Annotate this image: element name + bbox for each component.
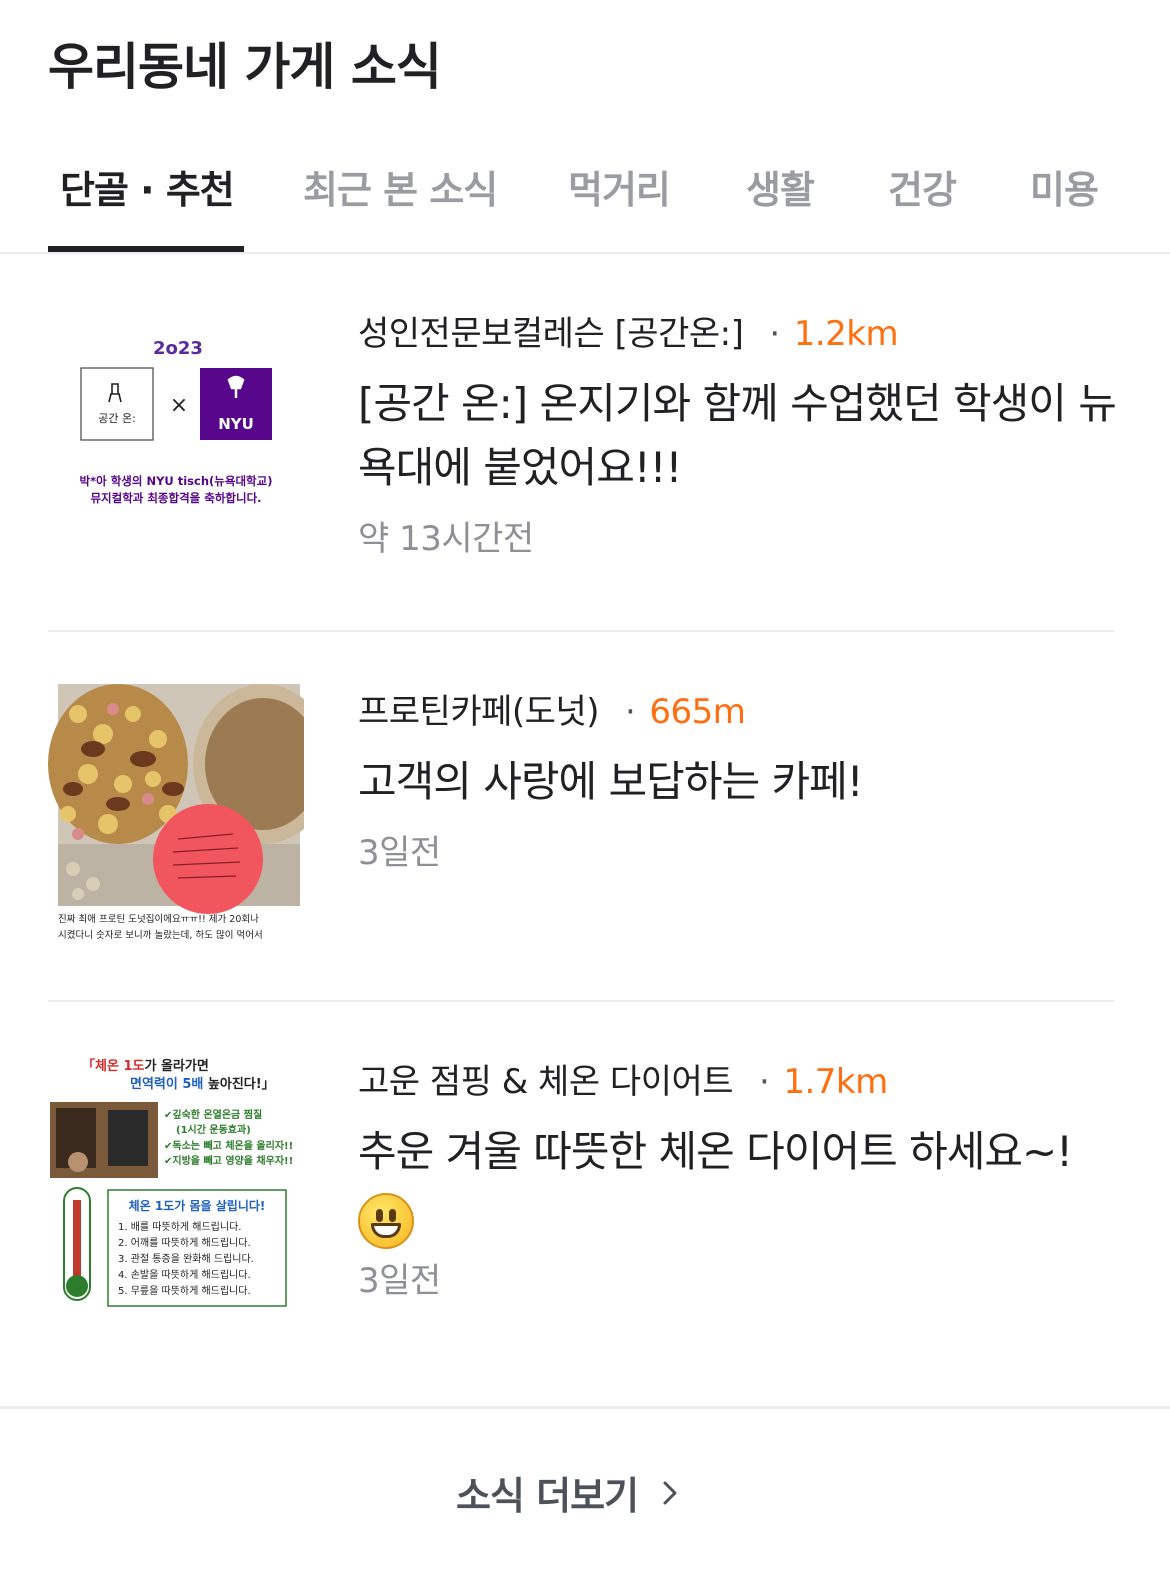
news-time: 약 13시간전	[358, 519, 534, 559]
svg-text:면역력이 5배 높아진다!」: 면역력이 5배 높아진다!」	[130, 1076, 275, 1092]
news-thumbnail[interactable]: 「체온 1도가 올라가면 면역력이 5배 높아진다!」 ✔깊숙한 온열온금 찜질…	[48, 1050, 308, 1310]
news-content[interactable]: 고운 점핑 & 체온 다이어트 · 1.7km 추운 겨울 따뜻한 체온 다이어트 …	[358, 1058, 1118, 1306]
news-time: 3일전	[358, 1261, 441, 1301]
news-thumbnail[interactable]: 진짜 최애 프로틴 도넛집이에요ㅠㅠ!! 제가 20회나 시켰다니 숫자로 보니…	[48, 684, 304, 946]
store-line: 고운 점핑 & 체온 다이어트 · 1.7km	[358, 1062, 888, 1102]
svg-text:✔지방을 빼고 영양을 채우자!!: ✔지방을 빼고 영양을 채우자!!	[164, 1154, 293, 1167]
tab-beauty[interactable]: 미용	[1030, 162, 1099, 218]
see-more-label: 소식 더보기	[456, 1474, 639, 1518]
svg-text:✔독소는 빼고 체온을 올리자!!: ✔독소는 빼고 체온을 올리자!!	[164, 1139, 293, 1152]
divider	[48, 630, 1114, 632]
page-title: 우리동네 가게 소식	[48, 38, 442, 96]
see-more-news-button[interactable]: 소식 더보기	[456, 1465, 680, 1520]
news-title[interactable]: [공간 온:] 온지기와 함께 수업했던 학생이 뉴욕대에 붙었어요!!!	[358, 372, 1118, 500]
svg-text:3. 관절 통증을 완화해 드립니다.: 3. 관절 통증을 완화해 드립니다.	[118, 1252, 254, 1265]
news-item[interactable]: 「체온 1도가 올라가면 면역력이 5배 높아진다!」 ✔깊숙한 온열온금 찜질…	[48, 1050, 1114, 1390]
tab-recently-viewed[interactable]: 최근 본 소식	[303, 162, 498, 218]
svg-text:×: ×	[170, 393, 188, 418]
svg-text:공간 온:: 공간 온:	[98, 412, 136, 425]
news-content[interactable]: 성인전문보컬레슨 [공간온:] · 1.2km [공간 온:] 온지기와 함께 수업…	[358, 310, 1118, 564]
smiley-emoji-icon	[358, 1192, 414, 1249]
store-distance: 665m	[649, 692, 746, 732]
news-title-text: 추운 겨울 따뜻한 체온 다이어트 하세요~!	[358, 1127, 1073, 1176]
svg-text:시켰다니 숫자로 보니까 놀랐는데, 하도 많이 먹어서: 시켰다니 숫자로 보니까 놀랐는데, 하도 많이 먹어서	[58, 929, 263, 941]
svg-text:박*아 학생의 NYU tisch(뉴욕대학교): 박*아 학생의 NYU tisch(뉴욕대학교)	[80, 474, 273, 488]
news-title[interactable]: 고객의 사랑에 보답하는 카페!	[358, 750, 1118, 814]
thumb-year: 2o23	[153, 338, 203, 359]
svg-text:「체온 1도가 올라가면: 「체온 1도가 올라가면	[82, 1058, 209, 1074]
store-name[interactable]: 프로틴카페(도넛)	[358, 692, 600, 732]
store-line: 성인전문보컬레슨 [공간온:] · 1.2km	[358, 314, 899, 354]
news-time: 3일전	[358, 833, 441, 873]
divider	[48, 1000, 1114, 1002]
tab-food[interactable]: 먹거리	[568, 162, 671, 218]
tab-health[interactable]: 건강	[888, 162, 957, 218]
store-name[interactable]: 성인전문보컬레슨 [공간온:]	[358, 314, 744, 354]
store-distance: 1.7km	[783, 1062, 888, 1102]
news-item[interactable]: 진짜 최애 프로틴 도넛집이에요ㅠㅠ!! 제가 20회나 시켰다니 숫자로 보니…	[48, 668, 1114, 1002]
svg-text:뮤지컬학과 최종합격을 축하합니다.: 뮤지컬학과 최종합격을 축하합니다.	[90, 491, 261, 505]
sticker-note	[153, 804, 263, 914]
category-tabs: 단골 · 추천 최근 본 소식 먹거리 생활 건강 미용	[0, 150, 1170, 254]
svg-text:4. 손발을 따뜻하게 해드립니다.: 4. 손발을 따뜻하게 해드립니다.	[118, 1268, 251, 1281]
news-thumbnail[interactable]: 2o23 공간 온: × NYU 박*아 학생의 NYU tisch(뉴욕대학교…	[48, 300, 304, 564]
store-name[interactable]: 고운 점핑 & 체온 다이어트	[358, 1062, 734, 1102]
news-content[interactable]: 프로틴카페(도넛) · 665m 고객의 사랑에 보답하는 카페! 3일전	[358, 688, 1118, 878]
active-tab-indicator	[48, 246, 244, 252]
svg-text:(1시간 운동효과): (1시간 운동효과)	[176, 1123, 251, 1136]
more-section: 소식 더보기	[0, 1406, 1170, 1580]
store-line: 프로틴카페(도넛) · 665m	[358, 692, 746, 732]
svg-text:✔깊숙한 온열온금 찜질: ✔깊숙한 온열온금 찜질	[164, 1108, 262, 1121]
chevron-right-icon	[663, 1481, 677, 1504]
svg-text:5. 무릎을 따뜻하게 해드립니다.: 5. 무릎을 따뜻하게 해드립니다.	[118, 1284, 251, 1297]
svg-text:체온 1도가 몸을 살립니다!: 체온 1도가 몸을 살립니다!	[129, 1198, 266, 1213]
svg-text:진짜 최애 프로틴 도넛집이에요ㅠㅠ!! 제가 20회나: 진짜 최애 프로틴 도넛집이에요ㅠㅠ!! 제가 20회나	[58, 913, 259, 925]
svg-text:1. 배를 따뜻하게 해드립니다.: 1. 배를 따뜻하게 해드립니다.	[118, 1220, 241, 1233]
store-distance: 1.2km	[793, 314, 899, 354]
gonggan-on-logo	[80, 367, 154, 441]
page-header: 우리동네 가게 소식	[48, 32, 442, 102]
news-item[interactable]: 2o23 공간 온: × NYU 박*아 학생의 NYU tisch(뉴욕대학교…	[48, 300, 1117, 634]
svg-text:2. 어깨를 따뜻하게 해드립니다.: 2. 어깨를 따뜻하게 해드립니다.	[118, 1236, 251, 1249]
tab-living[interactable]: 생활	[746, 162, 815, 218]
tab-regular-recommend[interactable]: 단골 · 추천	[60, 162, 235, 218]
news-title[interactable]: 추운 겨울 따뜻한 체온 다이어트 하세요~!	[358, 1120, 1118, 1250]
svg-text:NYU: NYU	[218, 415, 254, 433]
